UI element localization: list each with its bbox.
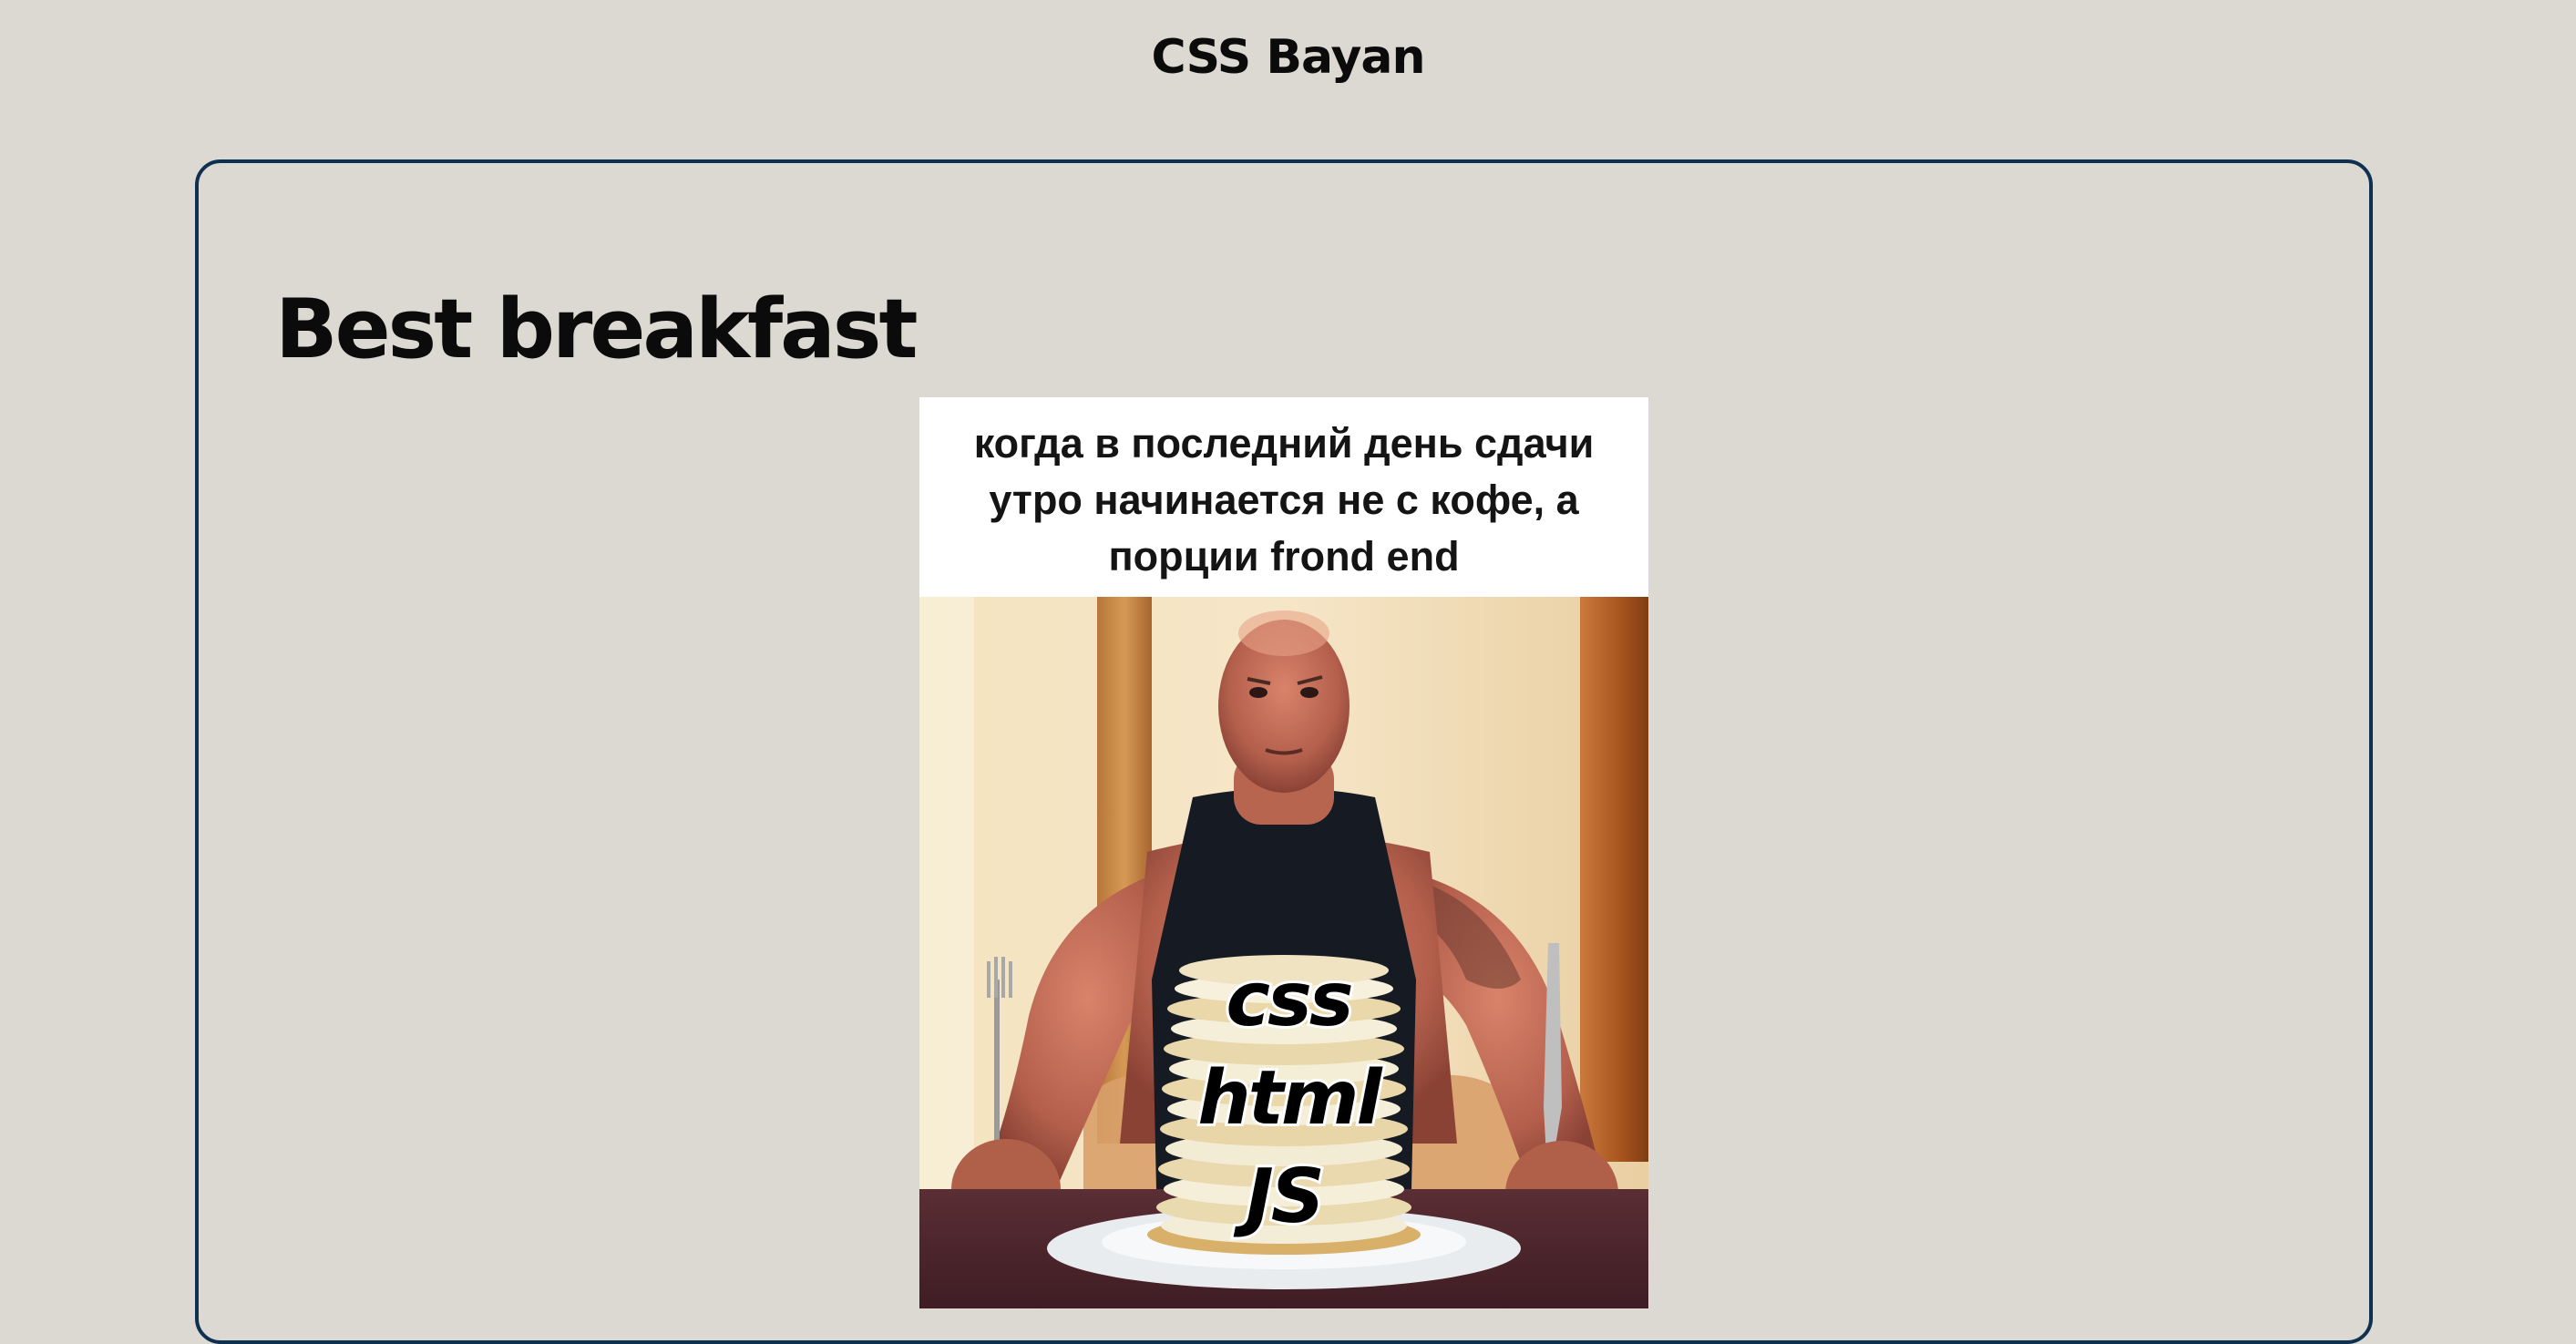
site-header: CSS Bayan	[0, 0, 2576, 118]
curtain-right	[1580, 597, 1648, 1162]
stack-word-css: css	[1226, 957, 1350, 1043]
meme-image: когда в последний день сдачи утро начина…	[919, 397, 1648, 1308]
post-title: Best breakfast	[275, 282, 918, 377]
meme-caption-line: порции frond end	[1108, 533, 1460, 580]
meme-caption: когда в последний день сдачи утро начина…	[919, 397, 1648, 597]
stack-word-js: JS	[1233, 1154, 1322, 1240]
meme-caption-line: утро начинается не с кофе, а	[989, 477, 1579, 523]
site-title[interactable]: CSS Bayan	[0, 26, 2576, 89]
meme-caption-line: когда в последний день сдачи	[973, 420, 1595, 467]
meme-photo: css html JS	[919, 597, 1648, 1308]
stack-word-html: html	[1197, 1055, 1383, 1142]
